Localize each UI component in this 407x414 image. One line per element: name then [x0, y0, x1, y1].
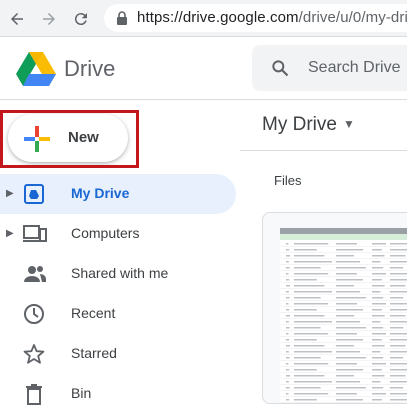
- reload-icon[interactable]: [70, 8, 92, 30]
- sidebar-item-starred[interactable]: Starred: [0, 334, 236, 374]
- search-icon[interactable]: [270, 58, 290, 83]
- caret-down-icon[interactable]: ▼: [343, 117, 355, 131]
- drive-logo-icon[interactable]: [16, 52, 56, 91]
- spreadsheet-thumbnail: [280, 228, 407, 403]
- arrow-left-icon[interactable]: [6, 8, 28, 30]
- sidebar-item-computers[interactable]: ▶ Computers: [0, 214, 236, 254]
- url-text: https://drive.google.com/drive/u/0/my-dr…: [137, 9, 407, 26]
- clock-icon: [23, 303, 45, 325]
- sidebar-item-my-drive[interactable]: ▶ My Drive: [0, 174, 236, 214]
- address-bar[interactable]: https://drive.google.com/drive/u/0/my-dr…: [104, 4, 407, 32]
- sidebar-item-label: Recent: [71, 305, 116, 321]
- sidebar-item-label: Shared with me: [71, 265, 169, 281]
- highlight-box: [0, 110, 139, 168]
- page-title-text: My Drive: [262, 114, 337, 135]
- expand-caret-icon[interactable]: ▶: [6, 228, 14, 239]
- my-drive-icon: [23, 183, 45, 205]
- file-card[interactable]: [262, 212, 407, 404]
- drive-brand-name[interactable]: Drive: [64, 56, 115, 82]
- search-input[interactable]: Search Drive: [308, 59, 400, 77]
- shared-with-me-icon: [23, 263, 46, 285]
- url-path: /drive/u/0/my-drive: [298, 9, 407, 26]
- trash-icon: [23, 383, 45, 405]
- sidebar-item-label: My Drive: [71, 185, 130, 201]
- header-divider: [240, 150, 407, 151]
- arrow-right-icon[interactable]: [38, 8, 60, 30]
- sidebar-item-label: Computers: [71, 225, 140, 241]
- section-label: Files: [274, 173, 302, 188]
- star-icon: [23, 343, 45, 365]
- browser-toolbar: https://drive.google.com/drive/u/0/my-dr…: [0, 0, 407, 37]
- computers-icon: [23, 223, 47, 245]
- sidebar-item-bin[interactable]: Bin: [0, 374, 236, 414]
- sidebar-item-label: Starred: [71, 345, 117, 361]
- lock-icon: [116, 11, 128, 30]
- sidebar-item-shared-with-me[interactable]: Shared with me: [0, 254, 236, 294]
- search-box[interactable]: Search Drive: [252, 45, 407, 91]
- sidebar-item-recent[interactable]: Recent: [0, 294, 236, 334]
- expand-caret-icon[interactable]: ▶: [6, 188, 14, 199]
- page-title[interactable]: My Drive ▼: [262, 114, 355, 136]
- url-host: https://drive.google.com: [137, 9, 299, 26]
